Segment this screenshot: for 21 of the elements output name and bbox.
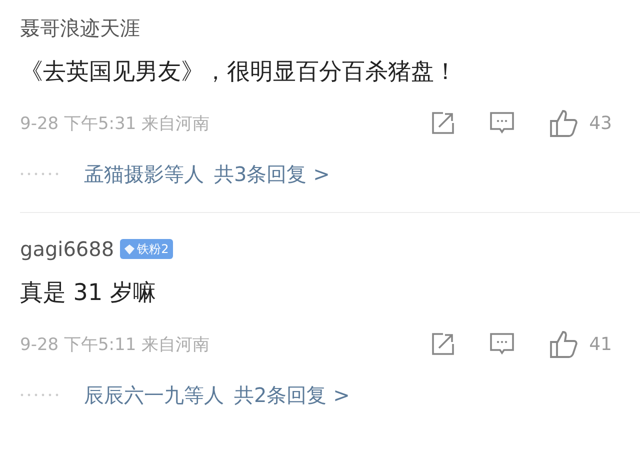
dotted-line xyxy=(20,393,60,397)
username[interactable]: gagi6688 xyxy=(20,237,114,261)
comment-text: 《去英国见男友》，很明显百分百杀猪盘！ xyxy=(20,58,457,86)
comment-time: 9-28 下午5:31 来自河南 xyxy=(20,112,210,134)
share-icon[interactable] xyxy=(431,332,456,356)
comment-time: 9-28 下午5:11 来自河南 xyxy=(20,334,210,356)
thumbs-up-icon[interactable] xyxy=(549,329,580,359)
replies-link[interactable]: 共3条回复 > xyxy=(214,160,330,188)
replier-names[interactable]: 辰辰六一九等人 xyxy=(84,382,224,408)
replier-names[interactable]: 孟猫摄影等人 xyxy=(84,160,204,188)
dotted-line xyxy=(20,172,60,176)
comment-icon[interactable] xyxy=(489,332,516,356)
username[interactable]: 聂哥浪迹天涯 xyxy=(20,14,140,42)
thumbs-up-icon[interactable] xyxy=(549,108,580,138)
comment-text: 真是 31 岁嘛 xyxy=(20,278,156,308)
comment-icon[interactable] xyxy=(489,111,516,135)
like-count: 41 xyxy=(589,334,612,354)
fan-badge: 铁粉2 xyxy=(120,239,173,259)
share-icon[interactable] xyxy=(431,111,456,135)
replies-link[interactable]: 共2条回复 > xyxy=(234,382,350,408)
like-count: 43 xyxy=(589,112,612,134)
